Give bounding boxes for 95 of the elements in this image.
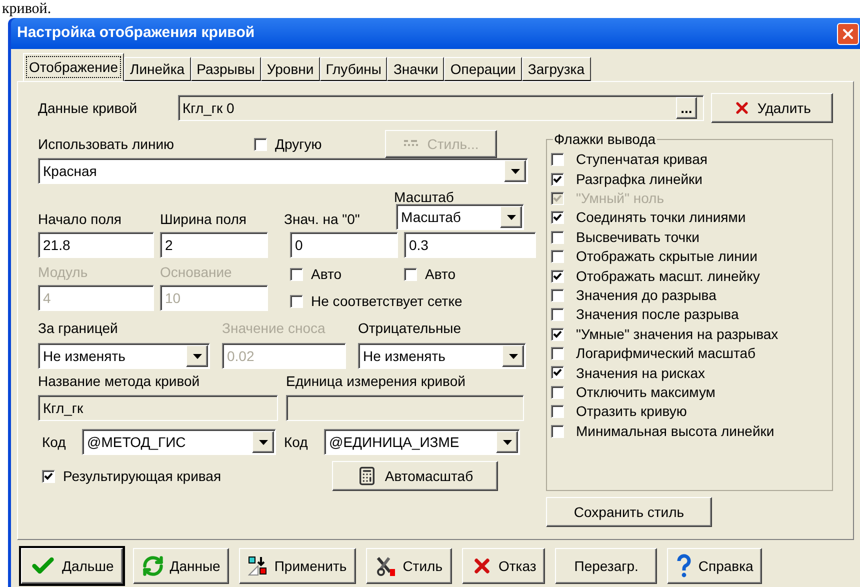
input-field[interactable]: 21.8	[38, 232, 154, 258]
checkbox[interactable]	[551, 347, 564, 360]
checkbox-label: Авто	[425, 265, 456, 284]
dialog-button[interactable]: Применить	[239, 548, 356, 584]
field-label: Знач. на "0"	[284, 210, 361, 229]
checkbox-label: Ступенчатая кривая	[576, 150, 708, 170]
checkbox-label: Отключить максимум	[576, 382, 716, 402]
checkbox[interactable]	[551, 153, 564, 166]
input-field[interactable]: 0.3	[404, 232, 536, 258]
tools-icon	[374, 555, 397, 577]
field-label: За границей	[38, 319, 119, 338]
dropdown[interactable]: Не изменять	[358, 343, 526, 369]
tab[interactable]: Операции	[444, 57, 522, 81]
checkbox[interactable]	[404, 268, 417, 281]
dropdown[interactable]: Не изменять	[38, 343, 210, 369]
checkbox[interactable]	[551, 250, 564, 264]
checkbox[interactable]	[254, 138, 267, 150]
dialog-button[interactable]: Дальше	[21, 548, 123, 584]
dialog-button[interactable]: Стиль	[366, 548, 452, 584]
autoscale-button[interactable]: Автомасштаб	[332, 461, 498, 491]
save-style-button[interactable]: Сохранить стиль	[546, 497, 712, 527]
help-icon	[676, 554, 692, 578]
browse-button[interactable]: ...	[676, 97, 698, 119]
refresh-icon	[142, 555, 164, 577]
checkbox-label: Отображать масшт. линейку	[576, 266, 760, 286]
close-button[interactable]	[837, 22, 859, 44]
checkbox[interactable]	[551, 230, 564, 244]
field-label: Масштаб	[394, 188, 454, 207]
field-label: Начало поля	[38, 210, 122, 229]
dropdown[interactable]: @МЕТОД_ГИС	[82, 429, 276, 455]
checkbox[interactable]	[551, 172, 564, 186]
checkbox[interactable]	[551, 366, 564, 380]
checkbox[interactable]	[551, 211, 564, 224]
checkbox[interactable]	[551, 328, 564, 341]
input-field[interactable]: Кгл_гк	[38, 395, 278, 421]
field-label: Данные кривой	[38, 98, 138, 118]
checkbox[interactable]	[290, 268, 303, 281]
checkbox[interactable]	[551, 288, 564, 302]
checkbox-label: Не соответствует сетке	[311, 292, 462, 311]
input-field[interactable]: 2	[160, 232, 268, 258]
field-label: Код	[41, 432, 67, 452]
tab[interactable]: Значки	[387, 57, 444, 81]
checkbox[interactable]	[551, 270, 564, 283]
dropdown[interactable]: Красная	[38, 158, 528, 184]
checkbox[interactable]	[551, 424, 564, 438]
field-label: Название метода кривой	[38, 372, 201, 391]
checkbox-label: Авто	[311, 265, 342, 284]
calculator-icon	[356, 466, 377, 486]
checkbox-label: Отображать скрытые линии	[576, 247, 758, 266]
window-title: Настройка отображения кривой	[17, 23, 255, 44]
dashed-line-icon	[403, 139, 420, 149]
dialog-button[interactable]: Отказ	[462, 548, 546, 584]
dialog-button[interactable]: Перезагр.	[555, 548, 658, 584]
tab[interactable]: Разрывы	[190, 57, 261, 81]
checkbox-label: "Умные" значения на разрывах	[576, 324, 778, 344]
field-label: Значение сноса	[222, 319, 326, 338]
field-label: Ширина поля	[160, 210, 248, 229]
delete-button[interactable]: Удалить	[711, 93, 833, 123]
input-field[interactable]	[286, 395, 524, 421]
checkbox-label: Значения на рисках	[576, 364, 706, 383]
field-label: Единица измерения кривой	[286, 372, 466, 391]
checkbox-label: Разграфка линейки	[576, 170, 702, 189]
checkbox-label: Соединять точки линиями	[576, 208, 746, 228]
field-label: Использовать линию	[38, 134, 176, 154]
tab[interactable]: Уровни	[260, 57, 320, 81]
dialog-button[interactable]: Справка	[667, 548, 762, 584]
checkbox[interactable]	[551, 308, 564, 322]
group-title: Флажки вывода	[553, 131, 657, 147]
checkbox-label: Значения до разрыва	[576, 286, 716, 305]
field-label: Модуль	[38, 263, 89, 282]
dialog-button[interactable]: Данные	[132, 548, 230, 584]
checkbox-label: Логарифмический масштаб	[576, 344, 756, 364]
field-label: Основание	[160, 263, 233, 282]
checkbox-label: Значения после разрыва	[576, 305, 739, 324]
checkbox-label: Другую	[275, 134, 323, 154]
checkbox-label: Результирующая кривая	[63, 466, 222, 486]
input-field[interactable]: 0	[290, 232, 398, 258]
document-text: кривой.	[1, 0, 52, 18]
dropdown[interactable]: Масштаб	[396, 204, 524, 230]
checkbox[interactable]	[551, 386, 564, 399]
checkbox-label: "Умный" ноль	[576, 188, 664, 208]
tab[interactable]: Глубины	[320, 57, 388, 81]
tab[interactable]: Линейка	[124, 57, 191, 81]
field-label: Отрицательные	[358, 319, 462, 338]
checkbox[interactable]	[290, 295, 303, 308]
tab[interactable]: Загрузка	[522, 57, 590, 81]
apply-icon	[248, 556, 268, 576]
checkbox-label: Минимальная высота линейки	[576, 422, 774, 441]
field-label: Код	[284, 432, 309, 452]
tab[interactable]: Отображение	[23, 53, 124, 81]
checkbox[interactable]	[551, 405, 564, 418]
checkbox[interactable]	[42, 470, 55, 482]
checkbox-label: Высвечивать точки	[576, 228, 700, 247]
dropdown[interactable]: @ЕДИНИЦА_ИЗМЕ	[324, 429, 520, 455]
checkbox-label: Отразить кривую	[576, 402, 687, 422]
